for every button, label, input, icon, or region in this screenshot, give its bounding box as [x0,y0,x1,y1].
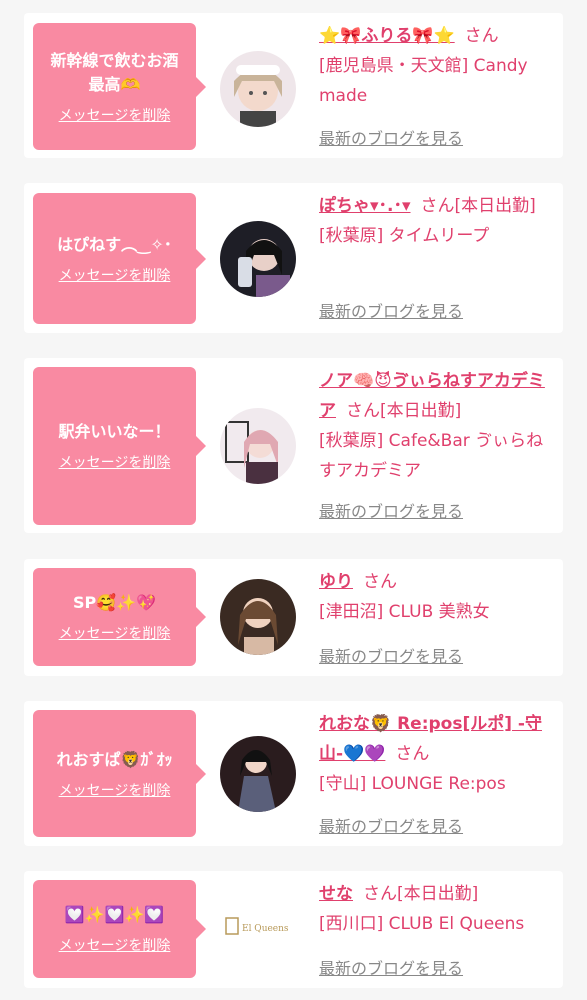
san-suffix: さん [363,884,397,904]
cast-name-link[interactable]: せな [319,884,353,904]
message-bubble: 新幹線で飲むお酒最高🫶 メッセージを削除 [33,23,206,150]
today-badge: [本日出勤] [397,884,479,904]
cast-name-link[interactable]: ぽちゃ▾･.･▾ [319,196,411,216]
cast-info: れおな🦁 Re:pos[ルポ] -守山-💙💜 さん [守山] LOUNGE Re:… [319,709,551,799]
list-item: SP🥰✨💖 メッセージを削除 ゆり さん [津田沼] CLUB 美熟女 最新のブロ… [24,559,563,676]
list-item: はぴねす︵‿✧･ メッセージを削除 ぽちゃ▾･.･▾ さん[本日出勤] [秋葉原]… [24,183,563,333]
cast-info: ゆり さん [津田沼] CLUB 美熟女 [319,567,551,627]
club-logo-avatar: El Queens [220,891,296,967]
delete-message-link[interactable]: メッセージを削除 [59,265,171,285]
cast-info: ノア🧠😈ゔぃらねすアカデミア さん[本日出勤] [秋葉原] Cafe&Bar ゔぃ… [319,366,551,486]
avatar[interactable] [220,736,296,812]
avatar[interactable] [220,51,296,127]
san-suffix: さん [464,26,499,46]
san-suffix: さん [420,196,455,216]
shop-name: [鹿児島県・天文館] Candy made [319,56,528,106]
message-text: はぴねす︵‿✧･ [57,234,172,254]
san-suffix: さん [395,744,430,764]
delete-message-link[interactable]: メッセージを削除 [59,105,171,125]
list-item: 駅弁いいなー！ メッセージを削除 ノア🧠😈ゔぃらねすアカデミア さん[本日出勤] … [24,358,563,533]
today-badge: [本日出勤] [380,401,462,421]
cast-name-link[interactable]: ゆり [319,572,353,592]
blog-link[interactable]: 最新のブログを見る [319,643,463,667]
cast-name-link[interactable]: れおな🦁 Re:pos[ルポ] -守山-💙💜 [319,714,542,764]
blog-link[interactable]: 最新のブログを見る [319,955,463,979]
blog-link[interactable]: 最新のブログを見る [319,498,463,522]
dress-woman-avatar [220,736,296,812]
shop-name: [秋葉原] Cafe&Bar ゔぃらねすアカデミア [319,431,544,481]
message-bubble: れおすぱ🦁ｶﾞｵｯ メッセージを削除 [33,710,206,837]
blog-link[interactable]: 最新のブログを見る [319,813,463,837]
blog-link[interactable]: 最新のブログを見る [319,298,463,322]
san-suffix: さん [363,572,397,592]
avatar[interactable]: El Queens [220,891,296,967]
shop-name: [秋葉原] タイムリープ [319,226,490,246]
blog-link[interactable]: 最新のブログを見る [319,125,463,149]
san-suffix: さん [346,401,380,421]
shop-name: [津田沼] CLUB 美熟女 [319,602,490,622]
message-text: 新幹線で飲むお酒最高🫶 [50,50,179,94]
delete-message-link[interactable]: メッセージを削除 [59,935,171,955]
shop-name: [西川口] CLUB El Queens [319,914,525,934]
message-text: れおすぱ🦁ｶﾞｵｯ [56,749,173,769]
woman-avatar [220,579,296,655]
cast-name-link[interactable]: ⭐🎀ふりる🎀⭐ [319,26,455,46]
avatar[interactable] [220,579,296,655]
shop-name: [守山] LOUNGE Re:pos [319,774,506,794]
cast-info: せな さん[本日出勤] [西川口] CLUB El Queens [319,879,551,939]
message-list: 新幹線で飲むお酒最高🫶 メッセージを削除 ⭐🎀ふりる🎀⭐ さん [鹿児島県・天文館… [0,0,587,1000]
message-text: 駅弁いいなー！ [58,422,171,441]
list-item: 💟✨💟✨💟 メッセージを削除 El Queens せな さん[本日出勤] [西川口… [24,871,563,988]
delete-message-link[interactable]: メッセージを削除 [59,452,171,472]
message-text: SP🥰✨💖 [72,593,156,612]
message-bubble: はぴねす︵‿✧･ メッセージを削除 [33,193,206,324]
delete-message-link[interactable]: メッセージを削除 [59,623,171,643]
message-bubble: 💟✨💟✨💟 メッセージを削除 [33,880,206,978]
message-bubble: SP🥰✨💖 メッセージを削除 [33,568,206,666]
dark-girl-avatar [220,221,296,297]
today-badge: [本日出勤] [454,196,536,216]
cast-info: ぽちゃ▾･.･▾ さん[本日出勤] [秋葉原] タイムリープ [319,191,551,251]
delete-message-link[interactable]: メッセージを削除 [59,780,171,800]
svg-text:El Queens: El Queens [242,924,289,934]
avatar[interactable] [220,221,296,297]
message-text: 💟✨💟✨💟 [64,905,165,924]
message-bubble: 駅弁いいなー！ メッセージを削除 [33,367,206,525]
list-item: れおすぱ🦁ｶﾞｵｯ メッセージを削除 れおな🦁 Re:pos[ルポ] -守山-💙… [24,701,563,846]
pink-girl-avatar [220,408,296,484]
maid-girl-avatar [220,51,296,127]
cast-info: ⭐🎀ふりる🎀⭐ さん [鹿児島県・天文館] Candy made [319,21,551,111]
avatar[interactable] [220,408,296,484]
list-item: 新幹線で飲むお酒最高🫶 メッセージを削除 ⭐🎀ふりる🎀⭐ さん [鹿児島県・天文館… [24,13,563,158]
